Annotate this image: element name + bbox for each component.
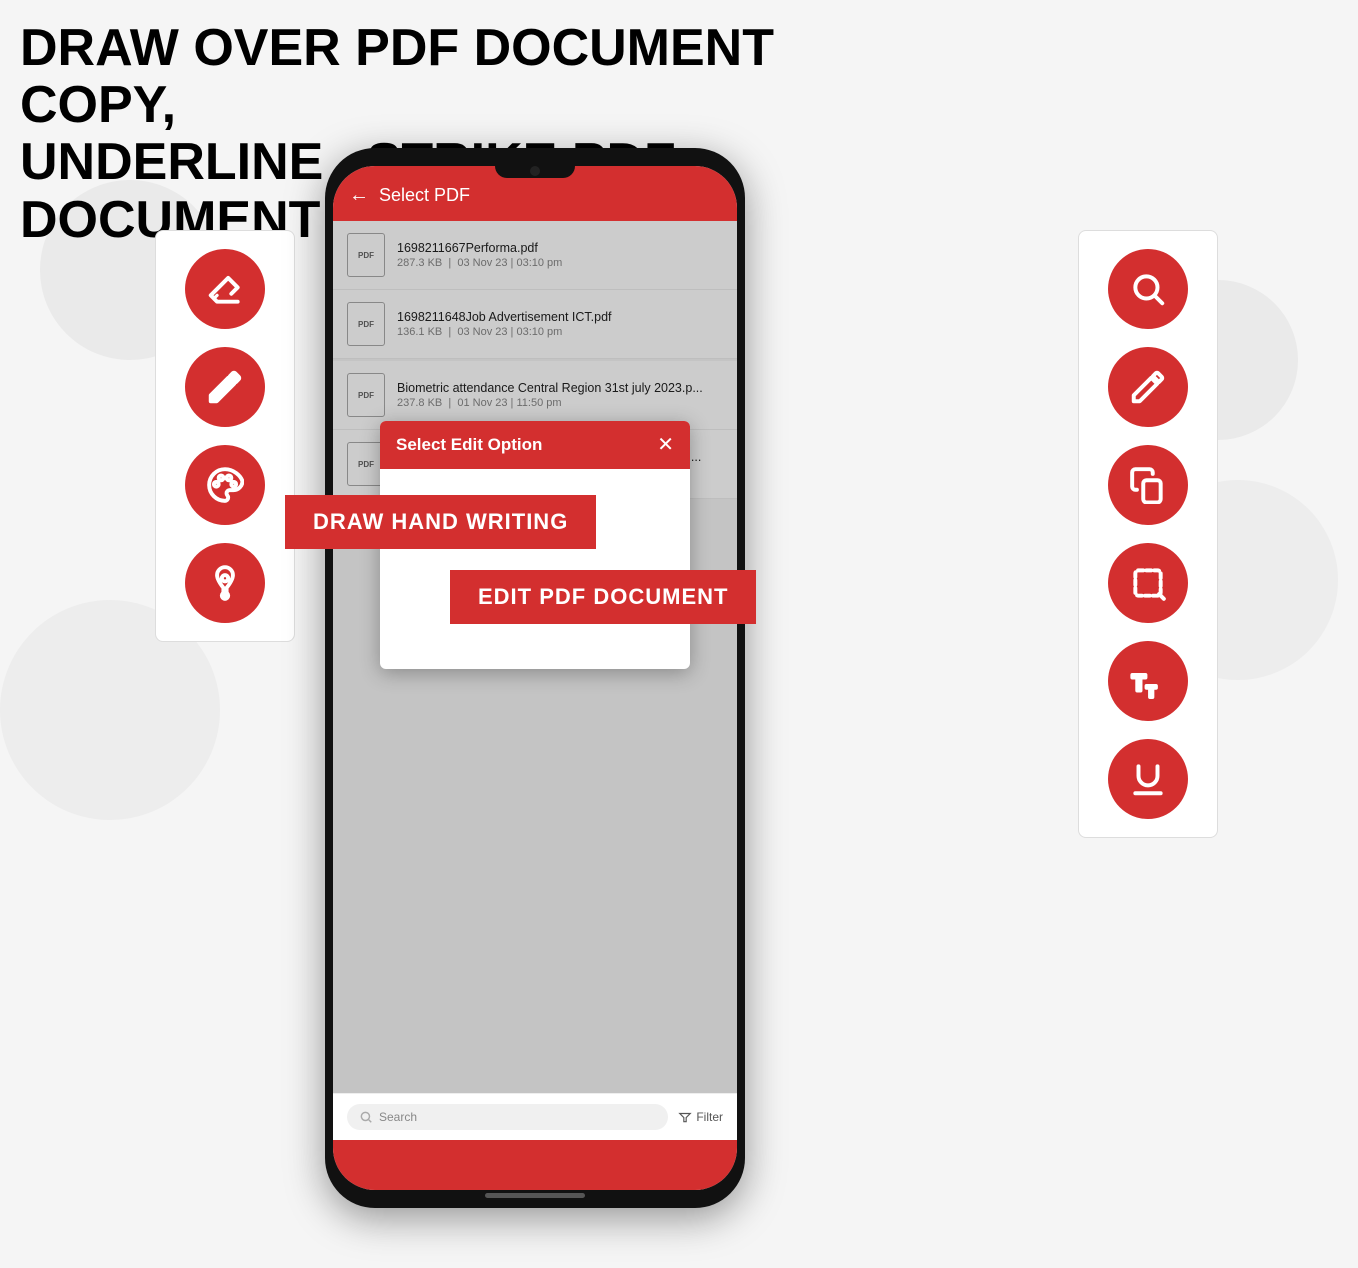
dialog-title: Select Edit Option [396, 435, 542, 455]
phone-screen: ← Select PDF PDF 1698211667Performa.pdf … [333, 166, 737, 1190]
phone-camera [530, 166, 540, 176]
pencil-icon[interactable] [185, 347, 265, 427]
callout-edit-pdf[interactable]: EDIT PDF DOCUMENT [450, 570, 756, 624]
dropper-icon[interactable] [185, 543, 265, 623]
back-button[interactable]: ← [349, 184, 369, 207]
pdf-list: PDF 1698211667Performa.pdf 287.3 KB | 03… [333, 221, 737, 1093]
copy-icon[interactable] [1108, 445, 1188, 525]
dialog-header: Select Edit Option ✕ [380, 421, 690, 469]
filter-button[interactable]: Filter [678, 1110, 723, 1124]
underline-icon[interactable] [1108, 739, 1188, 819]
left-panel [155, 230, 295, 642]
search-icon[interactable] [1108, 249, 1188, 329]
selection-icon[interactable] [1108, 543, 1188, 623]
app-bar-title: Select PDF [379, 185, 470, 206]
bottom-bar: Search Filter [333, 1093, 737, 1140]
search-box[interactable]: Search [347, 1104, 668, 1130]
palette-icon[interactable] [185, 445, 265, 525]
phone-frame: ← Select PDF PDF 1698211667Performa.pdf … [325, 148, 745, 1208]
filter-label: Filter [696, 1110, 723, 1124]
eraser-icon[interactable] [185, 249, 265, 329]
phone-red-bar [333, 1140, 737, 1190]
svg-text:T: T [1146, 684, 1156, 700]
svg-text:T: T [1132, 671, 1146, 696]
right-panel: T T [1078, 230, 1218, 838]
search-icon-bottom [359, 1110, 373, 1124]
search-placeholder: Search [379, 1110, 417, 1124]
phone-home-bar [485, 1193, 585, 1198]
dialog-close-button[interactable]: ✕ [657, 435, 674, 455]
pen-icon[interactable] [1108, 347, 1188, 427]
callout-draw-handwriting[interactable]: DRAW HAND WRITING [285, 495, 596, 549]
text-size-icon[interactable]: T T [1108, 641, 1188, 721]
filter-icon [678, 1110, 692, 1124]
dialog-overlay: Select Edit Option ✕ [333, 221, 737, 1093]
